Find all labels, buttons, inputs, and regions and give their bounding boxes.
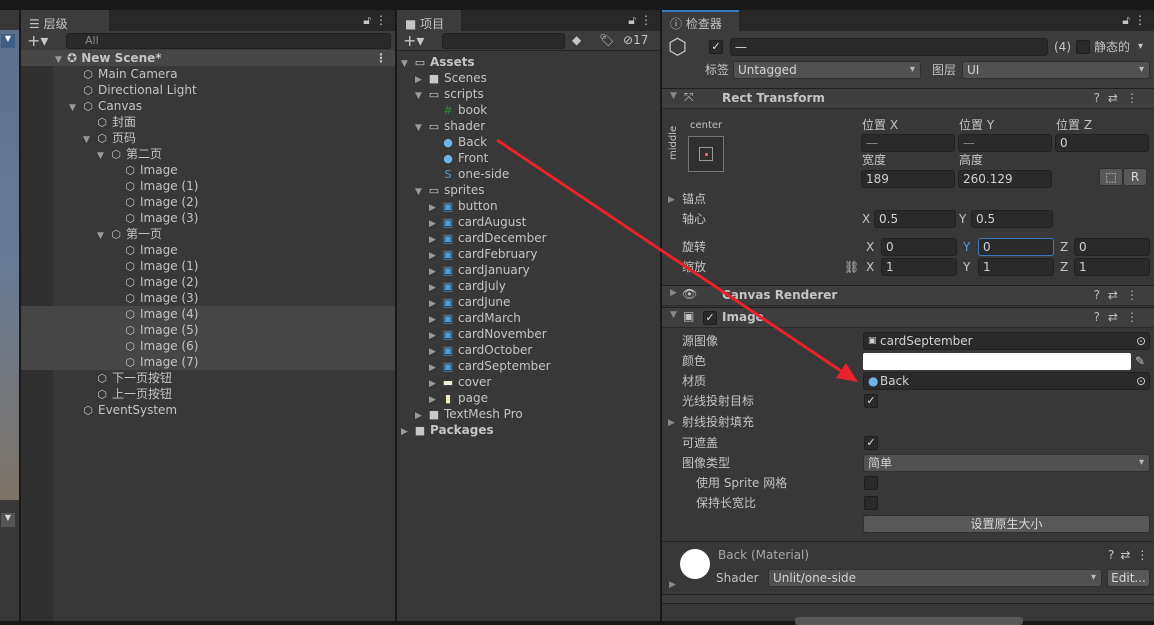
annotation-arrow [496,138,858,382]
